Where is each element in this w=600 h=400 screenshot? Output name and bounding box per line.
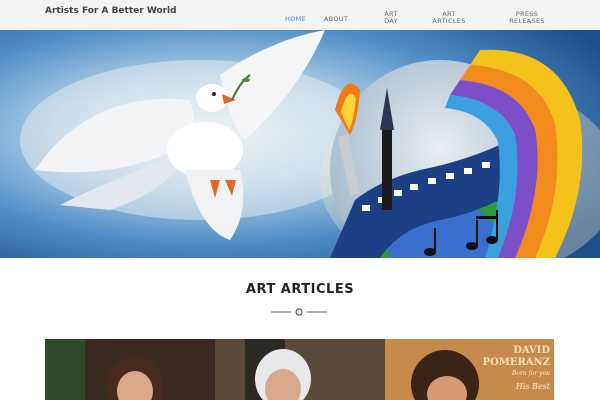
album-subtitle: His Best <box>515 382 551 391</box>
section-title: ART ARTICLES <box>245 282 355 297</box>
section-divider <box>271 308 327 316</box>
article-thumbnail[interactable]: DAVID POMERANZ Born for you His Best <box>45 339 554 400</box>
nav-art-articles[interactable]: ART ARTICLES <box>428 11 470 25</box>
nav-art-day-label: ART DAY <box>384 10 398 25</box>
nav-press-releases-label: PRESS RELEASES <box>509 10 545 25</box>
pen-icon <box>382 130 392 210</box>
nav-press-releases[interactable]: PRESS RELEASES <box>506 11 548 25</box>
nav-art-day[interactable]: ART DAY <box>380 11 402 25</box>
nav-about[interactable]: ABOUT <box>324 16 348 23</box>
hero-banner <box>0 30 600 258</box>
hero-painting <box>0 30 600 258</box>
site-title[interactable]: Artists For A Better World <box>45 6 177 16</box>
nav-art-articles-label: ART ARTICLES <box>432 10 466 25</box>
album-tagline: Born for you <box>511 370 550 377</box>
nav-home[interactable]: HOME <box>285 16 306 23</box>
site-header: Artists For A Better World HOME ABOUT AR… <box>0 0 600 30</box>
album-artist-line2: POMERANZ <box>483 357 550 368</box>
album-artist-line1: DAVID <box>513 345 550 356</box>
article-photo-collage: DAVID POMERANZ Born for you His Best <box>45 339 554 400</box>
